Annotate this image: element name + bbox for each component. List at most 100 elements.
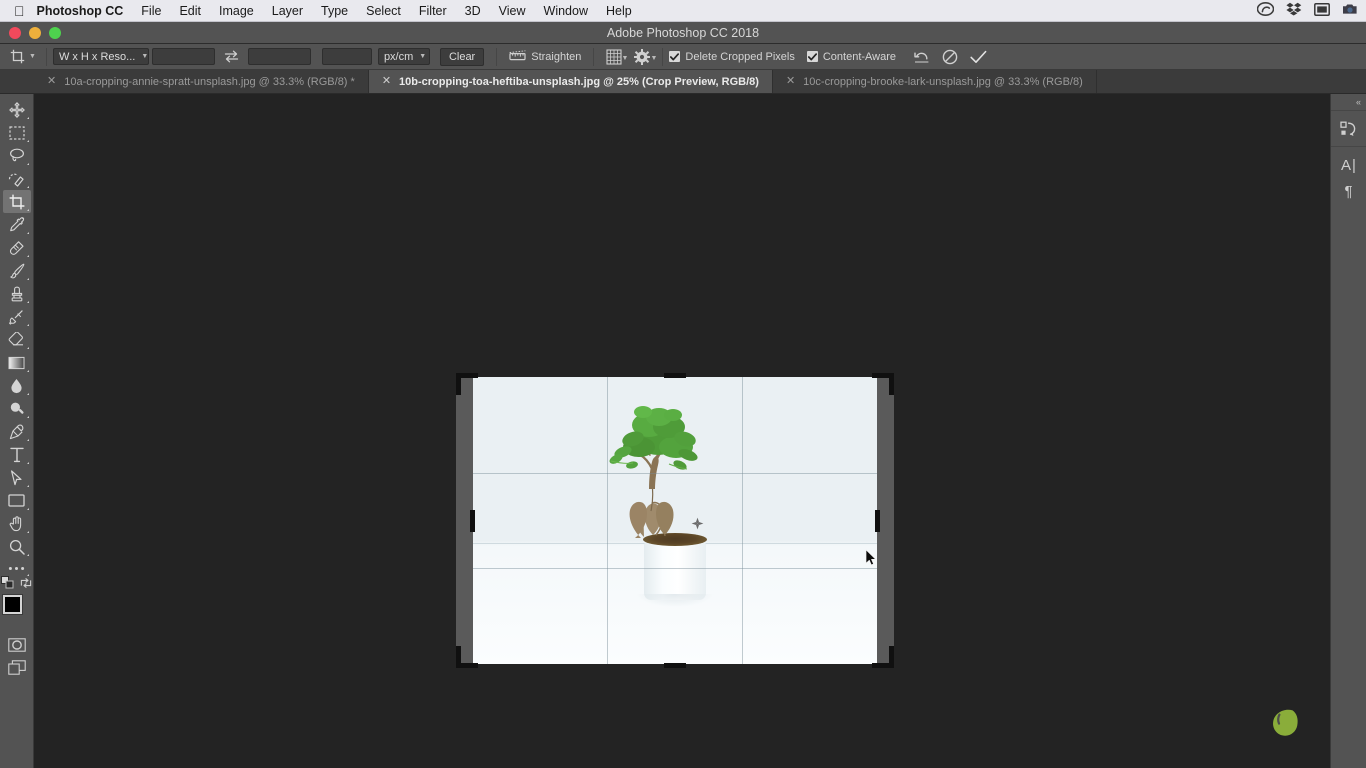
history-brush-tool[interactable] — [3, 305, 31, 328]
menu-item-image[interactable]: Image — [210, 0, 263, 22]
crop-handle-bottom-right-v[interactable] — [889, 646, 894, 668]
grid-overlay-icon[interactable]: ▼ — [600, 48, 628, 65]
close-icon[interactable]: ✕ — [47, 76, 56, 87]
photoshop-title-bar: Adobe Photoshop CC 2018 — [0, 22, 1366, 44]
document-tab-label: 10c-cropping-brooke-lark-unsplash.jpg @ … — [803, 75, 1083, 88]
leaf-logo — [1273, 709, 1298, 736]
pen-tool[interactable] — [3, 420, 31, 443]
menu-item-filter[interactable]: Filter — [410, 0, 456, 22]
tool-more-indicator — [26, 485, 29, 487]
brush-tool[interactable] — [3, 259, 31, 282]
chevron-down-icon[interactable]: ▼ — [29, 53, 36, 60]
document-tab-10c[interactable]: ✕ 10c-cropping-brooke-lark-unsplash.jpg … — [772, 70, 1097, 93]
eyedropper-tool[interactable] — [3, 213, 31, 236]
crop-width-input[interactable] — [151, 48, 215, 65]
menu-item-file[interactable]: File — [132, 0, 170, 22]
close-icon[interactable]: ✕ — [382, 76, 391, 87]
screen-mode-icon[interactable] — [3, 656, 31, 679]
lasso-tool[interactable] — [3, 144, 31, 167]
display-icon[interactable] — [1314, 2, 1330, 19]
history-panel-icon[interactable] — [1335, 116, 1363, 142]
crop-overlay[interactable] — [456, 373, 894, 668]
reset-icon[interactable] — [908, 50, 936, 64]
aspect-ratio-select[interactable]: W x H x Reso... ▼ — [52, 48, 149, 65]
tool-more-indicator — [26, 301, 29, 303]
crop-tool-icon[interactable]: ▼ — [0, 49, 40, 64]
document-tab-10b[interactable]: ✕ 10b-cropping-toa-heftiba-unsplash.jpg … — [368, 70, 773, 93]
dodge-tool[interactable] — [3, 397, 31, 420]
gradient-tool[interactable] — [3, 351, 31, 374]
zoom-tool[interactable] — [3, 535, 31, 558]
menu-item-view[interactable]: View — [490, 0, 535, 22]
menu-item-edit[interactable]: Edit — [170, 0, 210, 22]
arrow-cursor — [865, 549, 877, 566]
commit-checkmark-icon[interactable] — [964, 50, 999, 64]
eraser-tool[interactable] — [3, 328, 31, 351]
menu-item-select[interactable]: Select — [357, 0, 410, 22]
cancel-icon[interactable] — [936, 49, 964, 65]
camera-icon[interactable] — [1342, 2, 1358, 19]
path-selection-tool[interactable] — [3, 466, 31, 489]
paragraph-panel-icon[interactable]: ¶ — [1335, 178, 1363, 204]
close-window-button[interactable] — [9, 26, 21, 39]
crop-tool[interactable] — [2, 190, 31, 213]
minimize-window-button[interactable] — [29, 26, 41, 39]
menu-item-layer[interactable]: Layer — [263, 0, 312, 22]
crop-handle-top-left-v[interactable] — [456, 373, 461, 395]
document-tab-10a[interactable]: ✕ 10a-cropping-annie-spratt-unsplash.jpg… — [34, 70, 369, 93]
rectangular-marquee-tool[interactable] — [3, 121, 31, 144]
quick-selection-tool[interactable] — [3, 167, 31, 190]
crop-handle-middle-left[interactable] — [470, 510, 475, 532]
hand-tool[interactable] — [3, 512, 31, 535]
tool-more-indicator — [26, 209, 29, 211]
edit-toolbar-more-button[interactable] — [3, 558, 31, 578]
resolution-unit-select[interactable]: px/cm ▼ — [377, 48, 430, 65]
cropped-image-preview[interactable] — [473, 377, 877, 664]
blur-tool[interactable] — [3, 374, 31, 397]
swap-dimensions-icon[interactable] — [218, 50, 245, 63]
menu-item-3d[interactable]: 3D — [456, 0, 490, 22]
straighten-button[interactable]: Straighten — [503, 50, 587, 63]
crop-resolution-input[interactable] — [321, 48, 372, 65]
divider — [45, 47, 47, 66]
bonsai-plant — [609, 406, 698, 538]
content-aware-checkbox[interactable]: Content-Aware — [806, 51, 896, 63]
quick-mask-icon[interactable] — [3, 633, 31, 656]
crop-height-input[interactable] — [247, 48, 311, 65]
move-tool[interactable] — [3, 98, 31, 121]
tool-more-indicator — [26, 163, 29, 165]
crop-handle-top-center[interactable] — [664, 373, 686, 378]
dropbox-icon[interactable] — [1286, 2, 1302, 19]
zoom-window-button[interactable] — [49, 26, 61, 39]
type-tool[interactable] — [3, 443, 31, 466]
delete-cropped-pixels-checkbox[interactable]: Delete Cropped Pixels — [669, 51, 795, 63]
document-tab-bar: ✕ 10a-cropping-annie-spratt-unsplash.jpg… — [0, 70, 1366, 94]
close-icon[interactable]: ✕ — [786, 76, 795, 87]
crop-handle-bottom-left-v[interactable] — [456, 646, 461, 668]
menu-item-help[interactable]: Help — [597, 0, 641, 22]
window-title: Adobe Photoshop CC 2018 — [606, 25, 760, 40]
crop-handle-middle-right[interactable] — [875, 510, 880, 532]
clear-button[interactable]: Clear — [439, 47, 485, 66]
tool-more-indicator — [26, 232, 29, 234]
gear-icon[interactable]: ▼ — [628, 48, 657, 65]
creative-cloud-icon[interactable] — [1256, 2, 1275, 19]
menu-item-type[interactable]: Type — [312, 0, 357, 22]
swap-colors-icon[interactable] — [20, 576, 32, 594]
apple-logo-icon[interactable]:  — [0, 4, 37, 18]
crop-handle-top-right-v[interactable] — [889, 373, 894, 395]
crop-handle-bottom-center[interactable] — [664, 663, 686, 668]
collapse-panels-icon[interactable]: « — [1331, 94, 1366, 110]
divider — [593, 47, 595, 66]
mac-menu-bar:  Photoshop CC File Edit Image Layer Typ… — [0, 0, 1366, 22]
rectangle-tool[interactable] — [3, 489, 31, 512]
clone-stamp-tool[interactable] — [3, 282, 31, 305]
menu-item-window[interactable]: Window — [535, 0, 597, 22]
healing-brush-tool[interactable] — [3, 236, 31, 259]
divider — [662, 47, 664, 66]
document-canvas[interactable] — [34, 94, 1330, 768]
character-panel-icon[interactable]: A | — [1335, 152, 1363, 178]
default-colors-icon[interactable] — [1, 576, 14, 594]
menu-app-name[interactable]: Photoshop CC — [37, 0, 133, 22]
foreground-color-swatch[interactable] — [2, 595, 22, 614]
